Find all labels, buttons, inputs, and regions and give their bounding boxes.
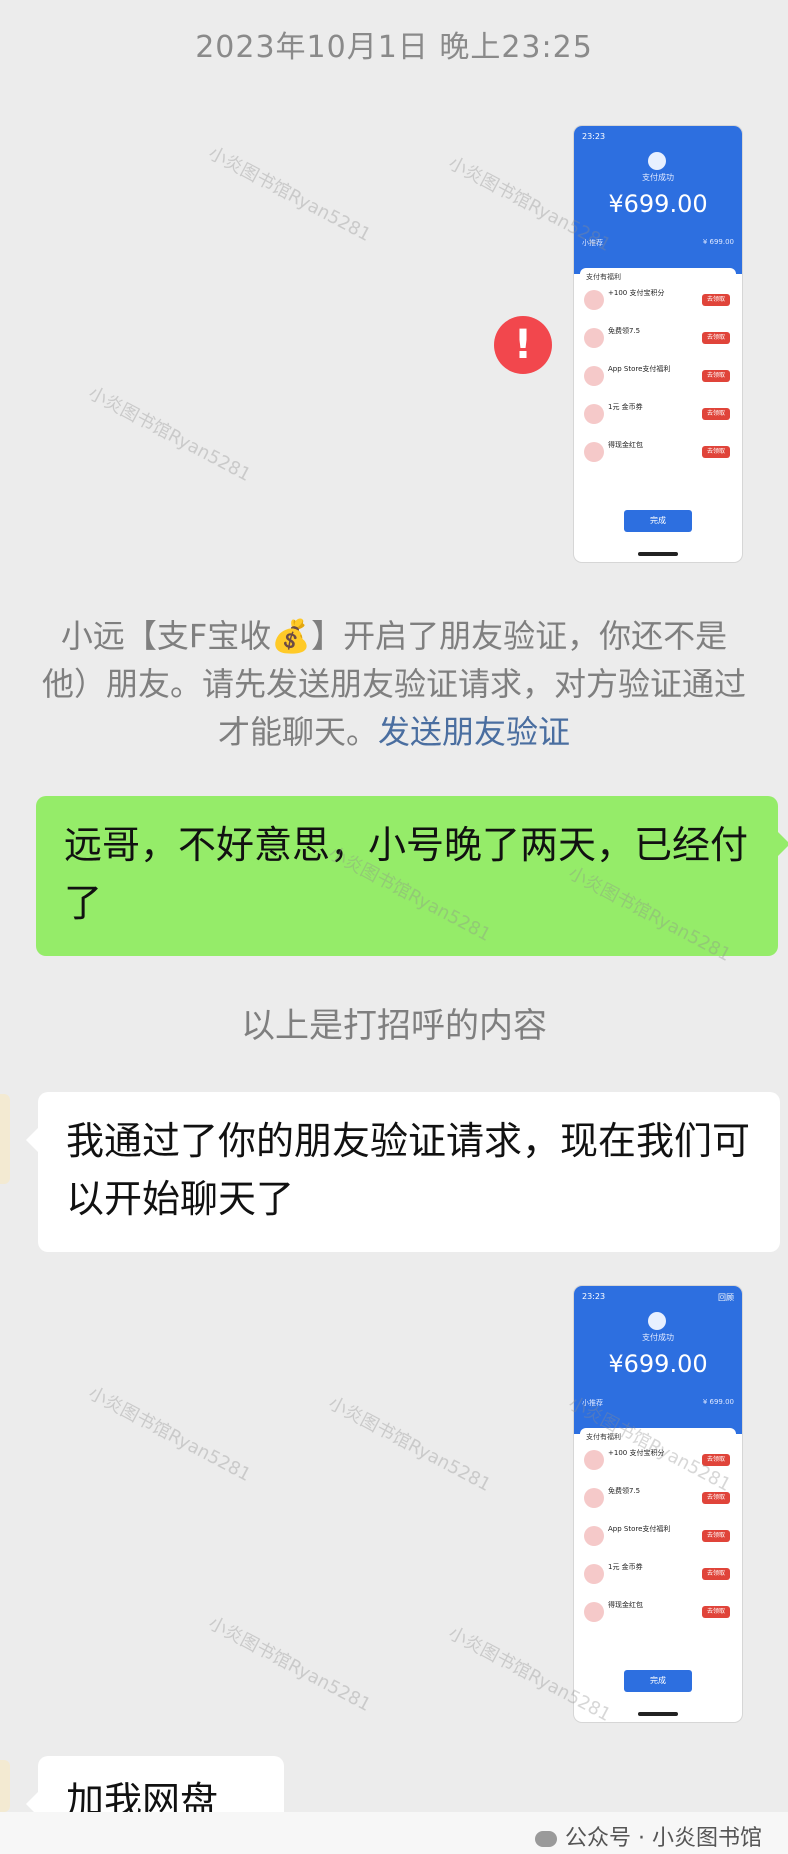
offer-title: +100 支付宝积分 xyxy=(608,1449,665,1457)
system-message-text: 才能聊天。 xyxy=(217,713,378,751)
offer-button[interactable]: 去领取 xyxy=(702,1606,730,1618)
offer-icon xyxy=(584,1602,604,1622)
done-button[interactable]: 完成 xyxy=(624,1670,692,1692)
alipay-logo-icon xyxy=(648,152,666,170)
greeting-note: 以上是打招呼的内容 xyxy=(241,1006,547,1046)
chat-timestamp: 2023年10月1日 晚上23:25 xyxy=(195,30,593,65)
offer-icon xyxy=(584,328,604,348)
benefits-title: 支付有福利 xyxy=(586,1433,621,1441)
offer-title: +100 支付宝积分 xyxy=(608,289,665,297)
offer-button[interactable]: 去领取 xyxy=(702,1492,730,1504)
offer-button[interactable]: 去领取 xyxy=(702,370,730,382)
contact-avatar[interactable] xyxy=(0,1760,10,1812)
watermark: 小炎图书馆Ryan5281 xyxy=(84,382,255,486)
payment-row-left: 小推荐 xyxy=(582,1399,603,1407)
offer-button[interactable]: 去领取 xyxy=(702,1454,730,1466)
offer-button[interactable]: 去领取 xyxy=(702,446,730,458)
watermark: 小炎图书馆Ryan5281 xyxy=(204,142,375,246)
status-time: 23:23 xyxy=(582,1292,606,1301)
benefits-title: 支付有福利 xyxy=(586,273,621,281)
sent-message-bubble[interactable]: 远哥，不好意思，小号晚了两天，已经付了 xyxy=(36,796,788,956)
offer-button[interactable]: 去领取 xyxy=(702,294,730,306)
offer-title: 免费领7.5 xyxy=(608,327,641,335)
offer-row: 免费领7.5 去领取 xyxy=(584,324,732,356)
footer-label: 公众号 · 小炎图书馆 xyxy=(535,1820,762,1852)
offer-icon xyxy=(584,1526,604,1546)
payment-title: 支付成功 xyxy=(642,1333,674,1342)
done-button[interactable]: 完成 xyxy=(624,510,692,532)
offer-icon xyxy=(584,1450,604,1470)
benefits-card: 支付有福利 +100 支付宝积分去领取 免费领7.5 去领取 App Store支… xyxy=(580,1428,736,1678)
status-time: 23:23 xyxy=(582,132,606,141)
offer-icon xyxy=(584,404,604,424)
offer-icon xyxy=(584,442,604,462)
offer-row: 免费领7.5 去领取 xyxy=(584,1484,732,1516)
offer-button[interactable]: 去领取 xyxy=(702,1530,730,1542)
system-message-line3: 才能聊天。发送朋友验证 xyxy=(0,708,788,756)
offer-row: +100 支付宝积分去领取 xyxy=(584,286,732,318)
payment-row-left: 小推荐 xyxy=(582,239,603,247)
offer-icon xyxy=(584,366,604,386)
offer-icon xyxy=(584,290,604,310)
watermark: 小炎图书馆Ryan5281 xyxy=(324,1392,495,1496)
offer-title: 得现金红包 xyxy=(608,1601,643,1609)
offer-row: 得现金红包去领取 xyxy=(584,1598,732,1630)
offer-row: App Store支付福利去领取 xyxy=(584,1522,732,1554)
system-message-line2: 他）朋友。请先发送朋友验证请求，对方验证通过 xyxy=(41,665,746,703)
send-failed-icon[interactable]: ! xyxy=(494,316,552,374)
offer-icon xyxy=(584,1488,604,1508)
offer-title: 1元 金币券 xyxy=(608,1563,643,1571)
payment-title: 支付成功 xyxy=(642,173,674,182)
offer-title: App Store支付福利 xyxy=(608,365,671,373)
received-message-bubble[interactable]: 我通过了你的朋友验证请求，现在我们可以开始聊天了 xyxy=(26,1092,780,1252)
payment-row-right: ¥ 699.00 xyxy=(702,238,734,246)
contact-avatar[interactable] xyxy=(0,1094,10,1184)
send-verification-link[interactable]: 发送朋友验证 xyxy=(378,713,570,751)
offer-row: 得现金红包去领取 xyxy=(584,438,732,470)
offer-button[interactable]: 去领取 xyxy=(702,408,730,420)
wechat-icon xyxy=(535,1831,558,1847)
system-message-line1: 小远【支F宝收💰】开启了朋友验证，你还不是 xyxy=(60,617,728,655)
footer-text: 公众号 · 小炎图书馆 xyxy=(565,1826,762,1851)
alipay-logo-icon xyxy=(648,1312,666,1330)
offer-title: App Store支付福利 xyxy=(608,1525,671,1533)
offer-row: 1元 金币券去领取 xyxy=(584,1560,732,1592)
offer-button[interactable]: 去领取 xyxy=(702,332,730,344)
payment-screenshot-message[interactable]: 23:23 支付成功 ¥699.00 小推荐 ¥ 699.00 支付有福利 +1… xyxy=(574,126,742,562)
payment-amount: ¥699.00 xyxy=(608,190,708,218)
offer-row: +100 支付宝积分去领取 xyxy=(584,1446,732,1478)
benefits-card: 支付有福利 +100 支付宝积分去领取 免费领7.5 去领取 App Store支… xyxy=(580,268,736,518)
watermark: 小炎图书馆Ryan5281 xyxy=(84,1382,255,1486)
payment-row-right: ¥ 699.00 xyxy=(702,1398,734,1406)
payment-menu: 回顾 xyxy=(718,1293,734,1302)
footer-bar: 公众号 · 小炎图书馆 xyxy=(0,1812,788,1854)
payment-amount: ¥699.00 xyxy=(608,1350,708,1378)
home-indicator xyxy=(638,1712,678,1716)
home-indicator xyxy=(638,552,678,556)
offer-title: 得现金红包 xyxy=(608,441,643,449)
offer-row: 1元 金币券去领取 xyxy=(584,400,732,432)
system-message: 小远【支F宝收💰】开启了朋友验证，你还不是 他）朋友。请先发送朋友验证请求，对方… xyxy=(0,612,788,756)
offer-title: 1元 金币券 xyxy=(608,403,643,411)
offer-button[interactable]: 去领取 xyxy=(702,1568,730,1580)
offer-icon xyxy=(584,1564,604,1584)
payment-screenshot-message[interactable]: 23:23 回顾 支付成功 ¥699.00 小推荐 ¥ 699.00 支付有福利… xyxy=(574,1286,742,1722)
watermark: 小炎图书馆Ryan5281 xyxy=(204,1612,375,1716)
offer-title: 免费领7.5 xyxy=(608,1487,641,1495)
offer-row: App Store支付福利去领取 xyxy=(584,362,732,394)
